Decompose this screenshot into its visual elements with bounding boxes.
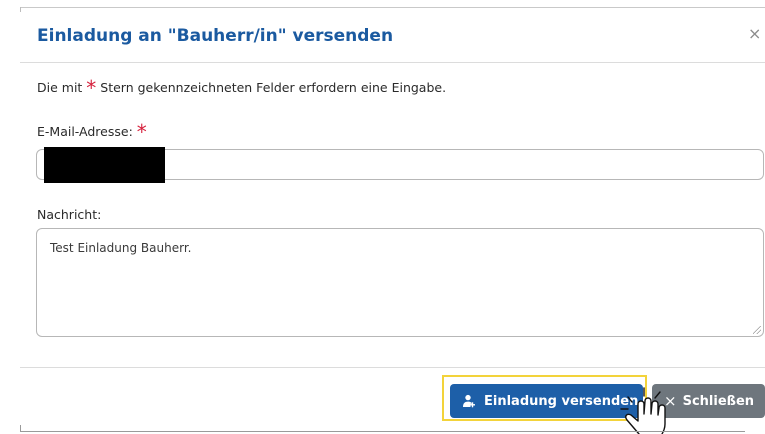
dialog-bottom-border-corner [20,425,21,432]
message-text: Test Einladung Bauherr. [50,241,192,255]
close-button[interactable]: × Schließen [652,384,765,418]
required-star-icon: * [86,76,97,100]
send-invitation-button[interactable]: Einladung versenden [450,384,643,418]
resize-handle-icon[interactable] [753,326,761,334]
redacted-email-value [44,147,165,183]
email-required-star-icon: * [136,120,147,144]
close-button-label: Schließen [682,393,755,409]
invite-dialog: Einladung an "Bauherr/in" versenden × Di… [0,0,765,434]
required-fields-hint: Die mit * Stern gekennzeichneten Felder … [37,78,447,98]
dialog-header: Einladung an "Bauherr/in" versenden × [20,8,765,63]
close-button-icon: × [664,392,677,410]
dialog-bottom-border [20,431,745,432]
footer-divider [20,367,765,368]
send-invitation-label: Einladung versenden [484,393,639,409]
message-label: Nachricht: [37,207,102,222]
dialog-title: Einladung an "Bauherr/in" versenden [37,26,394,46]
message-textarea[interactable]: Test Einladung Bauherr. [36,228,764,337]
hint-suffix: Stern gekennzeichneten Felder erfordern … [96,80,447,95]
close-icon[interactable]: × [748,24,761,44]
email-label: E-Mail-Adresse: * [37,122,147,142]
user-plus-icon [463,394,475,408]
hint-prefix: Die mit [37,80,87,95]
email-label-text: E-Mail-Adresse: [37,124,133,139]
